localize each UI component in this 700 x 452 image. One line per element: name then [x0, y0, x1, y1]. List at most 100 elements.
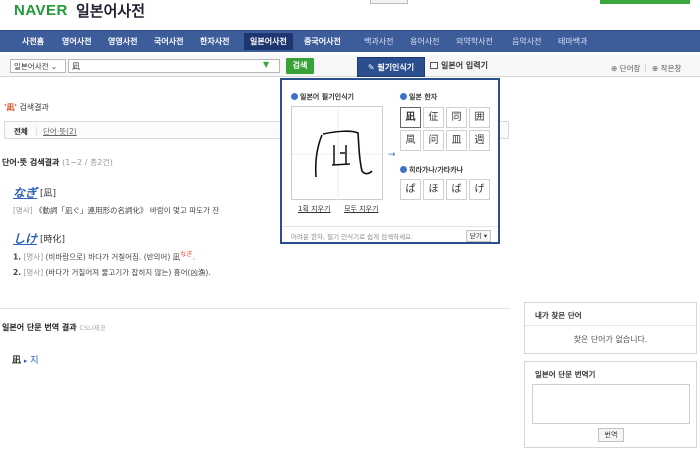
handwriting-strokes — [292, 107, 384, 201]
dictionary-nav-bar: 사전홈 영어사전 영영사전 국어사전 한자사전 일본어사전 중국어사전 백과사전 용어사전 의약학… — [0, 30, 700, 52]
nav-item-3[interactable]: 국어사전 — [154, 36, 183, 47]
bullet-icon — [400, 166, 407, 173]
result-heading-suffix: 검색결과 — [16, 103, 49, 112]
translate-target[interactable]: 지 — [30, 356, 38, 366]
top-green-button-stub[interactable] — [600, 0, 690, 4]
reading-link[interactable]: なぎ — [180, 251, 193, 258]
clear-one-stroke-button[interactable]: 1획 지우기 — [298, 204, 330, 214]
translate-source: 凪 — [12, 356, 22, 366]
translate-title-text: 일본어 단문 번역 결과 — [2, 323, 77, 332]
kana-title-text: 히라가나/가타카나 — [409, 166, 464, 174]
pos-tag: [명사] — [23, 268, 44, 277]
arrow-right-icon: ▸ — [23, 357, 28, 365]
handwriting-title-text: 일본어 필기인식기 — [300, 93, 354, 101]
handwriting-title: 일본어 필기인식기 — [291, 92, 354, 102]
kana-candidates-title: 히라가나/가타카나 — [400, 165, 463, 175]
kanji-candidate[interactable]: 凬 — [400, 130, 421, 151]
entry-definition: [명사] 《動詞「凪ぐ」連用形の名詞化》 바람이 멎고 파도가 잔 — [13, 205, 219, 216]
kanji-candidate[interactable]: 凪 — [400, 107, 421, 128]
translator-title: 일본어 단문 번역기 — [535, 370, 596, 379]
translator-textarea[interactable] — [532, 384, 690, 424]
kana-candidate[interactable]: ぱ — [400, 179, 421, 200]
kanji-candidate[interactable]: 囲 — [469, 107, 490, 128]
translate-result-title: 일본어 단문 번역 결과 CSLI제공 — [2, 322, 106, 333]
query-mark: '凪' — [4, 103, 17, 112]
section-count: (1−2 / 총2건) — [62, 158, 113, 167]
divider — [525, 325, 696, 326]
nav-item-5[interactable]: 일본어사전 — [244, 33, 293, 50]
clear-all-button[interactable]: 모두 지우기 — [344, 204, 378, 214]
nav-item-6[interactable]: 중국어사전 — [304, 36, 341, 47]
translate-button[interactable]: 번역 — [598, 428, 624, 442]
top-button-stub[interactable] — [370, 0, 408, 4]
kanji-candidate[interactable]: 皿 — [446, 130, 467, 151]
kanji-candidate[interactable]: 週 — [469, 130, 490, 151]
section-title: 단어·뜻 검색결과 (1−2 / 총2건) — [2, 157, 113, 168]
wordbook-link[interactable]: ⊕ 단어장 — [611, 63, 640, 74]
nav-item-2[interactable]: 영영사전 — [108, 36, 137, 47]
japanese-input-tab[interactable]: 일본어 입력기 — [430, 60, 488, 71]
handwriting-canvas[interactable] — [291, 106, 384, 201]
entry-word-shike[interactable]: しけ — [13, 230, 37, 247]
entry-word-nagi[interactable]: なぎ — [13, 184, 37, 201]
entry-definition: 1. [명사] (비바람으로) 바다가 거칠어짐. (반의어) 凪なぎ. — [13, 249, 195, 263]
pos-tag: [명사] — [13, 206, 33, 215]
bullet-icon — [291, 93, 298, 100]
filter-separator: | — [35, 126, 38, 135]
handwriting-popup: 일본어 필기인식기 1획 지우기 모두 지우기 → 일본 한자 凪 佂 同 囲 … — [280, 78, 500, 244]
my-words-title: 내가 찾은 단어 — [535, 311, 582, 320]
def-number: 1. — [13, 252, 22, 262]
small-window-link[interactable]: ⊕ 작은창 — [652, 63, 681, 74]
kanji-candidates-title: 일본 한자 — [400, 92, 437, 102]
my-words-empty: 찾은 단어가 없습니다. — [573, 335, 648, 344]
handwriting-tab[interactable]: ✎ 필기인식기 — [357, 57, 425, 77]
naver-logo[interactable]: NAVER — [14, 2, 68, 19]
translate-provider: CSLI제공 — [79, 324, 106, 332]
kanji-candidate[interactable]: 佂 — [423, 107, 444, 128]
nav-item-1[interactable]: 영어사전 — [62, 36, 91, 47]
filter-word-meaning[interactable]: 단어·뜻(2) — [43, 126, 77, 137]
dictionary-title[interactable]: 일본어사전 — [76, 0, 145, 21]
nav-item-11[interactable]: 테마백과 — [558, 36, 587, 47]
kanji-candidate[interactable]: 问 — [423, 130, 444, 151]
divider — [0, 308, 510, 309]
definition-text: (비바람으로) 바다가 거칠어짐. (반의어) 凪 — [43, 252, 181, 262]
nav-item-0[interactable]: 사전홈 — [22, 36, 44, 47]
nav-item-10[interactable]: 음악사전 — [512, 36, 541, 47]
translate-result: 凪 ▸ 지 — [12, 353, 39, 366]
entry-definition: 2. [명사] (바다가 거칠어져 물고기가 잡히지 않는) 흉어(凶漁). — [13, 267, 211, 278]
kanji-title-text: 일본 한자 — [409, 93, 438, 101]
keyboard-icon — [430, 62, 438, 69]
nav-item-8[interactable]: 용어사전 — [410, 36, 439, 47]
nav-item-9[interactable]: 의약학사전 — [456, 36, 493, 47]
dropdown-arrow-icon[interactable]: ▼ — [263, 60, 269, 69]
nav-item-4[interactable]: 한자사전 — [200, 36, 229, 47]
result-heading: '凪' 검색결과 — [4, 102, 49, 113]
search-input[interactable]: 凪 — [68, 59, 280, 73]
divider — [282, 226, 498, 227]
definition-text: 《動詞「凪ぐ」連用形の名詞化》 바람이 멎고 파도가 잔 — [32, 206, 220, 215]
definition-end: . — [192, 252, 196, 262]
dictionary-select[interactable]: 일본어사전 ⌄ — [10, 59, 66, 73]
section-title-text: 단어·뜻 검색결과 — [2, 158, 60, 167]
close-popup-button[interactable]: 닫기 ▾ — [466, 230, 491, 242]
search-button[interactable]: 검색 — [286, 58, 314, 74]
def-number: 2. — [13, 268, 22, 277]
kana-candidate[interactable]: ば — [446, 179, 467, 200]
kana-candidate[interactable]: ほ — [423, 179, 444, 200]
japanese-input-label: 일본어 입력기 — [441, 61, 488, 70]
definition-text: (바다가 거칠어져 물고기가 잡히지 않는) 흉어(凶漁). — [43, 268, 211, 277]
pos-tag: [명사] — [23, 252, 44, 262]
arrow-right-icon: → — [388, 150, 396, 160]
short-translator-panel: 일본어 단문 번역기 번역 — [524, 361, 697, 448]
bullet-icon — [400, 93, 407, 100]
kanji-candidate[interactable]: 同 — [446, 107, 467, 128]
entry-kanji-nagi: [凪] — [40, 189, 57, 199]
separator: | — [644, 63, 647, 72]
search-bar: 일본어사전 ⌄ 凪 ▼ 검색 ✎ 필기인식기 일본어 입력기 ⊕ 단어장 | ⊕… — [0, 55, 700, 77]
handwriting-note: 어려운 한자, 필기 인식기로 쉽게 검색하세요. — [291, 233, 414, 241]
entry-kanji-shike: [時化] — [40, 235, 66, 245]
nav-item-7[interactable]: 백과사전 — [364, 36, 393, 47]
kana-candidate[interactable]: げ — [469, 179, 490, 200]
filter-all[interactable]: 전체 — [14, 126, 28, 137]
